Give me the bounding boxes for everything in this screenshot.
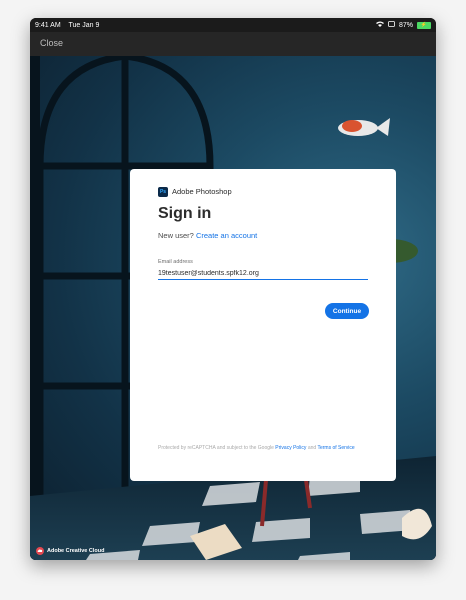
email-label: Email address [158,259,193,265]
status-right: 87% ⚡ [375,21,431,29]
close-button[interactable]: Close [40,38,63,48]
recaptcha-notice: Protected by reCAPTCHA and subject to th… [158,445,368,452]
privacy-policy-link[interactable]: Privacy Policy [275,445,306,451]
create-account-link[interactable]: Create an account [196,231,257,240]
legal-text: Protected by reCAPTCHA and subject to th… [158,445,274,451]
photoshop-logo-icon: Ps [158,187,168,197]
status-left: 9:41 AM Tue Jan 9 [35,22,105,29]
sign-in-card: Ps Adobe Photoshop Sign in New user? Cre… [130,169,396,481]
ipad-screen: 9:41 AM Tue Jan 9 87% ⚡ Close Ps Adobe P… [30,18,436,560]
new-user-prompt: New user? Create an account [158,231,257,240]
creative-cloud-label: Adobe Creative Cloud [47,548,105,554]
status-date: Tue Jan 9 [68,21,100,29]
legal-and-text: and [307,445,317,451]
orientation-lock-icon [388,21,395,29]
continue-button[interactable]: Continue [325,303,369,319]
terms-of-service-link[interactable]: Terms of Service [317,445,354,451]
navbar: Close [30,32,436,56]
battery-percent: 87% [398,21,413,29]
email-field[interactable] [158,267,368,280]
battery-icon: ⚡ [417,21,431,29]
wifi-icon [375,21,384,29]
status-time: 9:41 AM [35,21,61,29]
page-title: Sign in [158,205,212,222]
creative-cloud-icon [36,547,44,555]
new-user-text: New user? [158,231,194,240]
status-bar: 9:41 AM Tue Jan 9 87% ⚡ [30,18,436,32]
app-name: Adobe Photoshop [172,187,232,196]
creative-cloud-badge: Adobe Creative Cloud [36,547,104,555]
